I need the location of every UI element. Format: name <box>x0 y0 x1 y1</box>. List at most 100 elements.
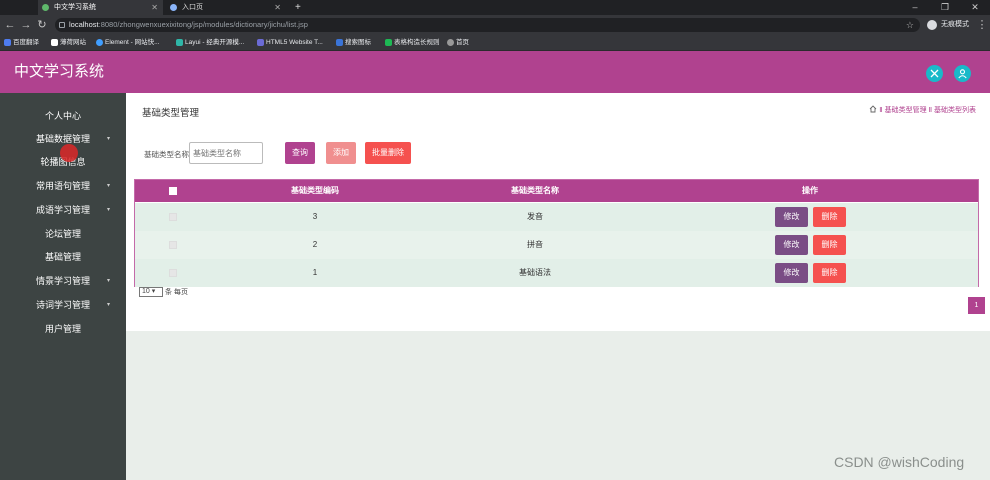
cell-name: 基础语法 <box>519 268 551 277</box>
sidebar-item-users[interactable]: 用户管理 <box>0 318 126 340</box>
tab-title: 中文学习系统 <box>54 4 96 11</box>
bookmark-item[interactable]: 首页 <box>446 35 469 51</box>
table-row: 1 基础语法 修改 删除 <box>135 259 978 287</box>
column-header-name[interactable]: 基础类型名称 <box>475 180 595 202</box>
bookmark-item[interactable]: 搜索图标 <box>335 35 371 51</box>
bookmark-icon <box>336 39 343 46</box>
data-table: 基础类型编码 基础类型名称 操作 3 发音 修改 删除 2 拼音 修改 删除 1… <box>134 179 979 287</box>
bookmark-item[interactable]: 薄荷网站 <box>50 35 86 51</box>
table-row: 2 拼音 修改 删除 <box>135 231 978 259</box>
breadcrumb: Ⅱ 基础类型管理 Ⅱ 基础类型列表 <box>869 105 976 115</box>
bookmark-item[interactable]: Layui - 经典开源模... <box>175 35 244 51</box>
sidebar-item-label: 论坛管理 <box>44 229 81 239</box>
bookmark-item[interactable]: HTML5 Website T... <box>256 35 323 51</box>
caret-down-icon: ▾ <box>106 207 110 213</box>
delete-button[interactable]: 删除 <box>813 207 846 227</box>
edit-button[interactable]: 修改 <box>775 235 808 255</box>
app-header: 中文学习系统 <box>0 51 990 93</box>
breadcrumb-text[interactable]: Ⅱ 基础类型管理 Ⅱ 基础类型列表 <box>879 107 976 114</box>
sidebar-item-label: 基础数据管理 <box>35 134 90 144</box>
select-all-checkbox[interactable] <box>169 187 177 195</box>
page-number-button[interactable]: 1 <box>968 297 985 314</box>
row-checkbox[interactable] <box>169 269 177 277</box>
sidebar-item-poetry[interactable]: 诗词学习管理 ▾ <box>0 294 126 316</box>
sidebar-item-label: 基础管理 <box>44 252 81 262</box>
search-label: 基础类型名称 <box>144 150 189 159</box>
column-header-code[interactable]: 基础类型编码 <box>265 180 365 202</box>
maximize-icon[interactable]: ❐ <box>930 0 960 15</box>
bookmark-label: 薄荷网站 <box>60 39 86 46</box>
sidebar-item-label: 情景学习管理 <box>35 276 90 286</box>
close-tab-icon[interactable]: ✕ <box>151 0 158 15</box>
main-content: 基础类型管理 Ⅱ 基础类型管理 Ⅱ 基础类型列表 基础类型名称 查询 添加 批量… <box>126 93 990 331</box>
sidebar-item-phrases[interactable]: 常用语句管理 ▾ <box>0 175 126 197</box>
expand-icon <box>930 69 939 78</box>
browser-tab[interactable]: 入口页 ✕ <box>166 0 286 15</box>
batch-delete-button[interactable]: 批量删除 <box>365 142 411 164</box>
caret-down-icon: ▾ <box>106 136 110 142</box>
bookmark-label: HTML5 Website T... <box>266 39 323 46</box>
sidebar-item-scenario[interactable]: 情景学习管理 ▾ <box>0 270 126 292</box>
cell-name: 拼音 <box>527 240 543 249</box>
incognito-icon <box>927 20 937 30</box>
menu-icon[interactable]: ⋮ <box>975 18 989 32</box>
info-icon[interactable] <box>59 22 65 28</box>
reload-icon[interactable]: ↻ <box>35 18 49 32</box>
page-favicon-icon <box>170 4 177 11</box>
bookmark-label: 表格构造长规则 <box>394 39 440 46</box>
caret-down-icon: ▾ <box>106 183 110 189</box>
back-icon[interactable]: ← <box>3 18 17 32</box>
home-icon[interactable] <box>869 105 877 113</box>
profile-button[interactable]: 无痕模式 <box>925 18 969 32</box>
bookmark-icon <box>4 39 11 46</box>
add-button[interactable]: 添加 <box>326 142 356 164</box>
page-size-select[interactable]: 10 ▾ <box>139 287 163 298</box>
minimize-icon[interactable]: – <box>900 0 930 15</box>
query-button[interactable]: 查询 <box>285 142 315 164</box>
bookmark-label: Element - 网站快... <box>105 39 160 46</box>
bookmark-label: 搜索图标 <box>345 39 371 46</box>
browser-tab-active[interactable]: 中文学习系统 ✕ <box>38 0 163 15</box>
bookmark-item[interactable]: 百度翻译 <box>3 35 39 51</box>
bookmark-label: 首页 <box>456 39 469 46</box>
profile-label: 无痕模式 <box>941 21 969 28</box>
row-checkbox[interactable] <box>169 213 177 221</box>
close-window-icon[interactable]: ✕ <box>960 0 990 15</box>
table-row: 3 发音 修改 删除 <box>135 203 978 231</box>
sidebar-item-label: 诗词学习管理 <box>35 300 90 310</box>
fullscreen-button[interactable] <box>926 65 943 82</box>
bookmark-star-icon[interactable]: ☆ <box>906 18 914 32</box>
row-checkbox[interactable] <box>169 241 177 249</box>
delete-button[interactable]: 删除 <box>813 263 846 283</box>
url-host: localhost <box>69 20 99 29</box>
bookmark-item[interactable]: 表格构造长规则 <box>384 35 440 51</box>
tab-title: 入口页 <box>182 4 203 11</box>
app-title: 中文学习系统 <box>14 63 105 80</box>
url-path: :8080/zhongwenxuexixitong/jsp/modules/di… <box>98 20 308 29</box>
search-input[interactable] <box>189 142 263 164</box>
close-tab-icon[interactable]: ✕ <box>274 0 281 15</box>
sidebar-item-forum[interactable]: 论坛管理 <box>0 223 126 245</box>
sidebar-item-basics[interactable]: 基础管理 <box>0 246 126 268</box>
sidebar-item-personal-center[interactable]: 个人中心 <box>0 105 126 127</box>
cell-name: 发音 <box>527 212 543 221</box>
cell-code: 3 <box>312 212 318 221</box>
sidebar-item-label: 个人中心 <box>44 111 81 121</box>
delete-button[interactable]: 删除 <box>813 235 846 255</box>
edit-button[interactable]: 修改 <box>775 263 808 283</box>
caret-down-icon: ▾ <box>106 278 110 284</box>
forward-icon[interactable]: → <box>19 18 33 32</box>
browser-tab-bar: 中文学习系统 ✕ 入口页 ✕ + – ❐ ✕ <box>0 0 990 15</box>
new-tab-icon[interactable]: + <box>292 0 306 15</box>
url-input[interactable]: localhost:8080/zhongwenxuexixitong/jsp/m… <box>55 18 920 32</box>
page-size-control: 10 ▾ 条 每页 <box>139 287 188 298</box>
bookmark-icon <box>447 39 454 46</box>
bookmark-label: 百度翻译 <box>13 39 39 46</box>
page-favicon-icon <box>42 4 49 11</box>
user-button[interactable] <box>954 65 971 82</box>
sidebar-item-idioms[interactable]: 成语学习管理 ▾ <box>0 199 126 221</box>
bookmark-item[interactable]: Element - 网站快... <box>95 35 160 51</box>
edit-button[interactable]: 修改 <box>775 207 808 227</box>
bookmark-icon <box>257 39 264 46</box>
bookmark-icon <box>51 39 58 46</box>
